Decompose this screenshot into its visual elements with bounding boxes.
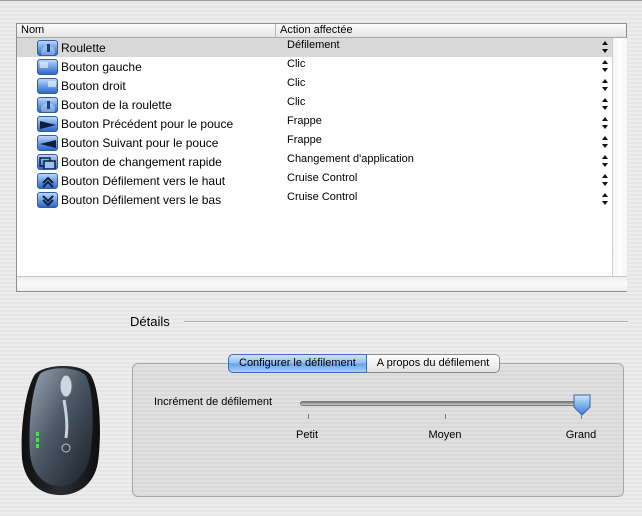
popup-arrows-icon[interactable] — [601, 155, 609, 167]
right-button-icon — [37, 78, 58, 94]
thumb-back-icon — [37, 116, 58, 132]
table-row[interactable]: Bouton droit Clic — [17, 76, 612, 95]
slider-tick-small — [308, 414, 309, 419]
thumb-forward-icon — [37, 135, 58, 151]
scroll-wheel-icon — [37, 40, 58, 56]
table-row[interactable]: Bouton Précédent pour le pouce Frappe — [17, 114, 612, 133]
row-name: Bouton droit — [61, 79, 126, 93]
popup-arrows-icon[interactable] — [601, 79, 609, 91]
popup-arrows-icon[interactable] — [601, 41, 609, 53]
slider-tick-label-small: Petit — [295, 429, 319, 441]
tab-about-scrolling[interactable]: A propos du défilement — [366, 354, 501, 373]
table-row[interactable]: Bouton de la roulette Clic — [17, 95, 612, 114]
popup-arrows-icon[interactable] — [601, 174, 609, 186]
popup-arrows-icon[interactable] — [601, 117, 609, 129]
row-name: Bouton Défilement vers le haut — [61, 174, 226, 188]
table-row[interactable]: Bouton gauche Clic — [17, 57, 612, 76]
details-heading: Détails — [130, 314, 170, 329]
row-name: Bouton Défilement vers le bas — [61, 193, 222, 207]
table-row[interactable]: Bouton Défilement vers le bas Cruise Cont… — [17, 190, 612, 209]
row-action-popup[interactable]: Cruise Control — [287, 172, 357, 184]
table-row[interactable]: Bouton Défilement vers le haut Cruise Con… — [17, 171, 612, 190]
row-action-popup[interactable]: Clic — [287, 96, 305, 108]
slider-tick-label-large: Grand — [565, 429, 597, 441]
table-header: Nom Action affectée — [17, 24, 626, 38]
row-action-popup[interactable]: Clic — [287, 58, 305, 70]
row-name: Bouton gauche — [61, 60, 142, 74]
wheel-button-icon — [37, 97, 58, 113]
row-name: Bouton de la roulette — [61, 98, 172, 112]
table-row[interactable]: Bouton Suivant pour le pouce Frappe — [17, 133, 612, 152]
row-action-popup[interactable]: Frappe — [287, 115, 322, 127]
mouse-image — [21, 365, 100, 496]
slider-tick-large — [581, 414, 582, 419]
scroll-increment-slider-track[interactable] — [300, 401, 586, 406]
scroll-increment-slider-thumb[interactable] — [572, 394, 592, 416]
row-action-popup[interactable]: Cruise Control — [287, 191, 357, 203]
row-action-popup[interactable]: Frappe — [287, 134, 322, 146]
row-action-popup[interactable]: Changement d'application — [287, 153, 414, 165]
scroll-increment-label: Incrément de défilement — [154, 396, 273, 408]
popup-arrows-icon[interactable] — [601, 193, 609, 205]
column-header-name[interactable]: Nom — [17, 24, 276, 38]
scroll-settings-panel — [132, 363, 624, 497]
popup-arrows-icon[interactable] — [601, 98, 609, 110]
table-row[interactable]: Bouton de changement rapide Changement d'… — [17, 152, 612, 171]
slider-tick-label-medium: Moyen — [428, 429, 462, 441]
row-name: Roulette — [61, 41, 106, 55]
quick-switch-icon — [37, 154, 58, 170]
details-divider — [184, 321, 628, 323]
vertical-scrollbar[interactable] — [612, 38, 627, 276]
row-action-popup[interactable]: Clic — [287, 77, 305, 89]
details-tab-bar: Configurer le défilement A propos du déf… — [228, 354, 501, 373]
horizontal-scrollbar[interactable] — [17, 276, 627, 291]
row-name: Bouton de changement rapide — [61, 155, 222, 169]
row-name: Bouton Précédent pour le pouce — [61, 117, 234, 131]
popup-arrows-icon[interactable] — [601, 60, 609, 72]
tab-configure-scrolling[interactable]: Configurer le défilement — [228, 354, 367, 373]
row-action-popup[interactable]: Défilement — [287, 39, 340, 51]
slider-tick-medium — [445, 414, 446, 419]
left-button-icon — [37, 59, 58, 75]
button-assignment-table: Nom Action affectée Roulette Défilement Bo… — [16, 23, 627, 292]
row-name: Bouton Suivant pour le pouce — [61, 136, 219, 150]
column-header-action[interactable]: Action affectée — [276, 24, 611, 38]
window-top-border — [0, 0, 642, 1]
table-rows: Roulette Défilement Bouton gauche Clic Bouto… — [17, 38, 612, 209]
table-row[interactable]: Roulette Défilement — [17, 38, 612, 57]
scroll-down-icon — [37, 192, 58, 208]
popup-arrows-icon[interactable] — [601, 136, 609, 148]
scroll-up-icon — [37, 173, 58, 189]
